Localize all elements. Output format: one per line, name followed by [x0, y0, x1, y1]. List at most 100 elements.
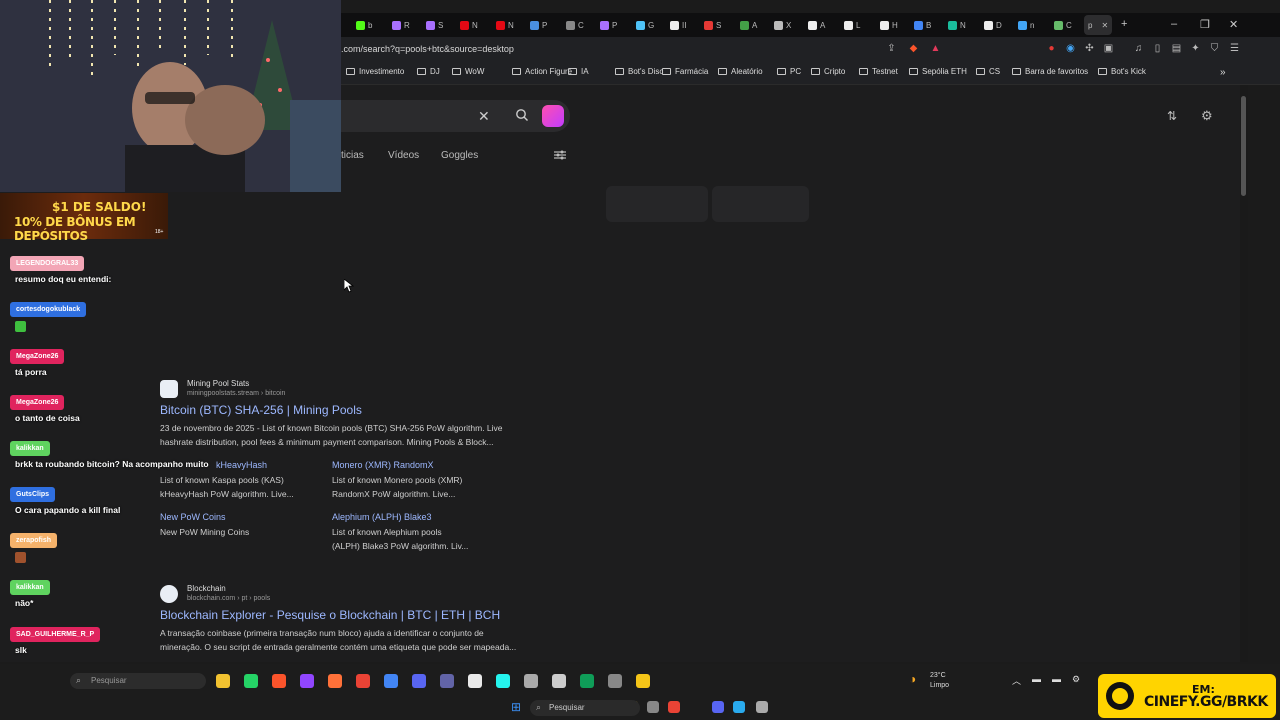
bookmark-item[interactable]: Sepólia ETH	[909, 67, 967, 76]
bookmark-item[interactable]: CS	[976, 67, 1000, 76]
brave-shields-icon[interactable]: ◆	[908, 43, 919, 54]
browser-tab[interactable]: II	[670, 17, 686, 33]
maximize-button[interactable]: ❐	[1200, 18, 1210, 31]
result-breadcrumb[interactable]: miningpoolstats.stream › bitcoin	[187, 390, 285, 397]
browser-tab[interactable]: P	[600, 17, 617, 33]
close-window-button[interactable]: ✕	[1229, 18, 1238, 31]
bookmark-item[interactable]: WoW	[452, 67, 484, 76]
taskbar-app-icon[interactable]	[552, 674, 566, 688]
browser-tab[interactable]: L	[844, 17, 860, 33]
tray-icon[interactable]: ▬	[1032, 674, 1041, 684]
leo-ai-icon[interactable]: ✦	[1190, 43, 1201, 54]
bookmark-item[interactable]: Aleatório	[718, 67, 763, 76]
browser-tab[interactable]: N	[948, 17, 966, 33]
minimize-button[interactable]: –	[1171, 18, 1177, 30]
extension-icon-2[interactable]: ◉	[1065, 43, 1076, 54]
tab-active[interactable]: p ✕	[1084, 15, 1113, 35]
taskbar-app-icon[interactable]	[412, 674, 426, 688]
extension-icon[interactable]: ●	[1046, 43, 1057, 54]
taskbar-app-icon[interactable]	[216, 674, 230, 688]
bookmark-item[interactable]: Bot's Disc	[615, 67, 663, 76]
taskbar-pinned-icon[interactable]	[647, 701, 659, 713]
sublink-title[interactable]: Alephium (ALPH) Blake3	[332, 512, 432, 522]
taskbar-app-icon[interactable]	[356, 674, 370, 688]
bookmark-item[interactable]: PC	[777, 67, 801, 76]
browser-tab[interactable]: B	[914, 17, 931, 33]
browser-tab[interactable]: H	[880, 17, 898, 33]
taskbar-app-icon[interactable]	[300, 674, 314, 688]
browser-tab[interactable]: C	[566, 17, 584, 33]
taskbar-search-2[interactable]: ⌕ Pesquisar	[530, 700, 640, 716]
browser-tab[interactable]: D	[984, 17, 1002, 33]
sublink-title[interactable]: kHeavyHash	[216, 460, 267, 470]
tray-icon[interactable]: ▬	[1052, 674, 1061, 684]
bookmark-item[interactable]: Action Figure	[512, 67, 572, 76]
taskbar-app-icon[interactable]	[272, 674, 286, 688]
sort-icon[interactable]: ⇅	[1167, 109, 1177, 123]
taskbar-app-icon[interactable]	[468, 674, 482, 688]
sublink-title[interactable]: New PoW Coins	[160, 512, 226, 522]
tab-goggles[interactable]: Goggles	[441, 150, 478, 161]
brave-rewards-icon[interactable]: ▲	[930, 43, 941, 54]
taskbar-app-icon[interactable]	[244, 674, 258, 688]
media-icon[interactable]: ♫	[1133, 43, 1144, 54]
browser-tab[interactable]: N	[496, 17, 514, 33]
taskbar-app-icon[interactable]	[636, 674, 650, 688]
browser-tab[interactable]: A	[740, 17, 757, 33]
vpn-icon[interactable]: ⛉	[1209, 43, 1220, 54]
browser-tab[interactable]: X	[774, 17, 791, 33]
taskbar-app-icon[interactable]	[384, 674, 398, 688]
taskbar-app-icon[interactable]	[524, 674, 538, 688]
browser-tab[interactable]: G	[636, 17, 654, 33]
browser-tab[interactable]: A	[808, 17, 825, 33]
wallet-icon[interactable]: ▤	[1171, 43, 1182, 54]
taskbar-app-icon[interactable]	[496, 674, 510, 688]
tab-news[interactable]: ticias	[341, 150, 364, 161]
browser-tab[interactable]: P	[530, 17, 547, 33]
leo-ai-button[interactable]	[542, 105, 564, 127]
menu-icon[interactable]: ☰	[1229, 43, 1240, 54]
search-input[interactable]	[341, 100, 570, 132]
bookmark-item[interactable]: Barra de favoritos	[1012, 67, 1088, 76]
taskbar-pinned-icon[interactable]	[668, 701, 680, 713]
browser-tab[interactable]: N	[460, 17, 478, 33]
browser-tab[interactable]: b	[356, 17, 372, 33]
bookmark-item[interactable]: Testnet	[859, 67, 898, 76]
taskbar-pinned-icon[interactable]	[712, 701, 724, 713]
extensions-puzzle-icon[interactable]: ✣	[1084, 43, 1095, 54]
clear-search-icon[interactable]: ✕	[478, 108, 490, 125]
result-breadcrumb[interactable]: blockchain.com › pt › pools	[187, 595, 270, 602]
browser-tab[interactable]: S	[704, 17, 721, 33]
windows-start-icon[interactable]: ⊞	[511, 700, 521, 714]
filter-icon[interactable]	[554, 150, 566, 160]
browser-tab[interactable]: C	[1054, 17, 1072, 33]
share-icon[interactable]: ⇪	[886, 43, 897, 54]
taskbar-app-icon[interactable]	[328, 674, 342, 688]
result-title-link[interactable]: Blockchain Explorer - Pesquise o Blockch…	[160, 608, 500, 622]
tab-videos[interactable]: Vídeos	[388, 150, 419, 161]
taskbar-pinned-icon[interactable]	[733, 701, 745, 713]
taskbar-app-icon[interactable]	[440, 674, 454, 688]
close-tab-icon[interactable]: ✕	[1101, 21, 1108, 30]
bookmark-item[interactable]: Bot's Kick	[1098, 67, 1146, 76]
taskbar-pinned-icon[interactable]	[756, 701, 768, 713]
sublink-title[interactable]: Monero (XMR) RandomX	[332, 460, 434, 470]
browser-tab[interactable]: R	[392, 17, 410, 33]
bookmark-item[interactable]: IA	[568, 67, 589, 76]
sidebar-icon[interactable]: ▯	[1152, 43, 1163, 54]
url-field[interactable]: .com/search?q=pools+btc&source=desktop	[341, 44, 514, 54]
taskbar-search[interactable]: ⌕ Pesquisar	[70, 673, 206, 689]
bookmark-item[interactable]: Investimento	[346, 67, 404, 76]
browser-tab[interactable]: n	[1018, 17, 1034, 33]
taskbar-app-icon[interactable]	[580, 674, 594, 688]
bookmark-item[interactable]: Farmácia	[662, 67, 708, 76]
browser-tab[interactable]: S	[426, 17, 443, 33]
tray-icon[interactable]: ⚙	[1072, 674, 1080, 685]
taskbar-app-icon[interactable]	[608, 674, 622, 688]
settings-gear-icon[interactable]: ⚙	[1201, 108, 1213, 124]
bookmark-item[interactable]: Cripto	[811, 67, 845, 76]
bookmarks-overflow-icon[interactable]: »	[1220, 67, 1226, 78]
result-title-link[interactable]: Bitcoin (BTC) SHA-256 | Mining Pools	[160, 403, 362, 417]
bookmark-item[interactable]: DJ	[417, 67, 440, 76]
extension-icon-3[interactable]: ▣	[1103, 43, 1114, 54]
